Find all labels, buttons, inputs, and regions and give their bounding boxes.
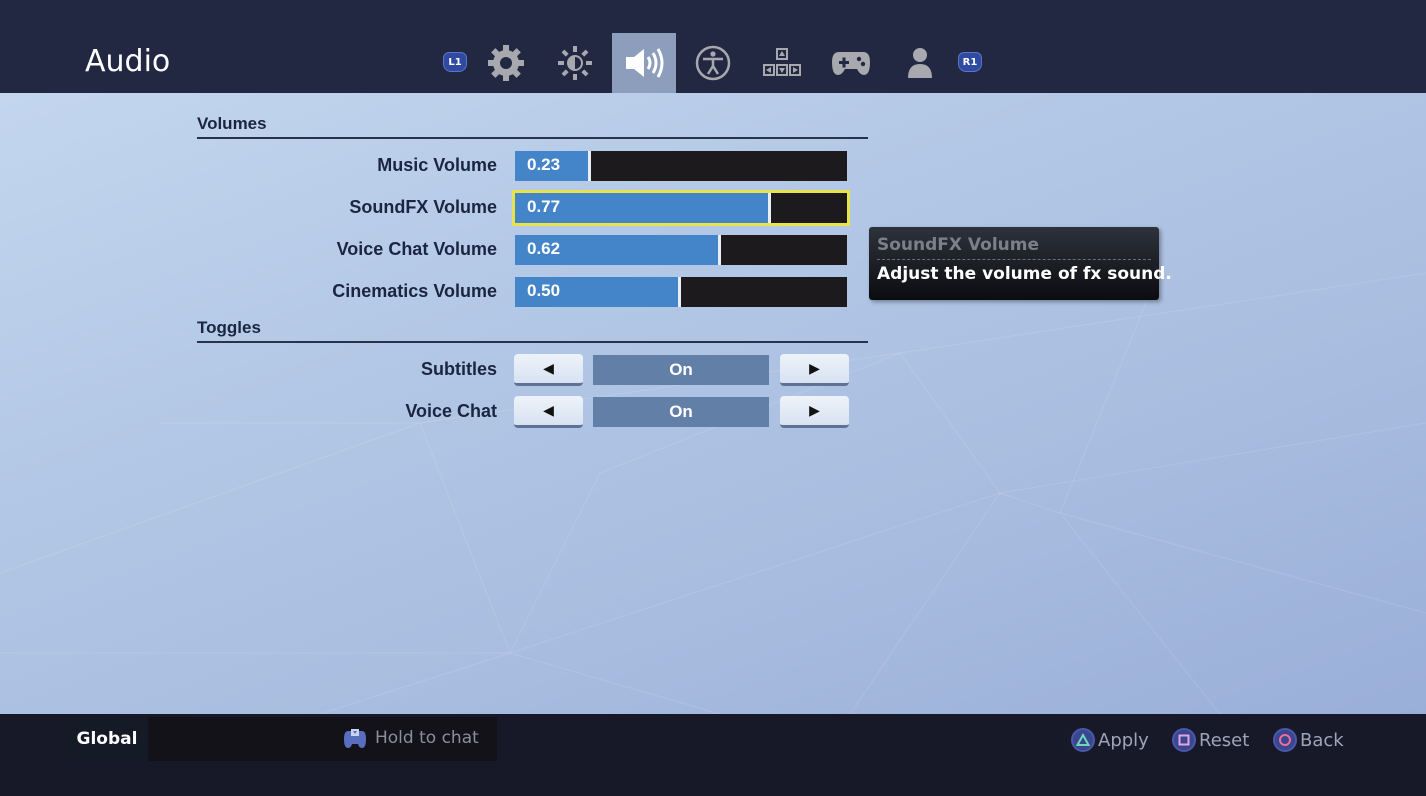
subtitles-prev-button[interactable]: ◀ <box>514 354 583 386</box>
arrow-right-icon: ▶ <box>809 360 820 377</box>
cinematics-volume-label: Cinematics Volume <box>332 281 497 301</box>
tab-video[interactable] <box>543 33 607 93</box>
chat-hint: Hold to chat <box>343 725 479 751</box>
tab-controller[interactable] <box>819 33 883 93</box>
voice-chat-prev-button[interactable]: ◀ <box>514 396 583 428</box>
person-icon <box>908 48 932 78</box>
subtitles-next-button[interactable]: ▶ <box>780 354 849 386</box>
brightness-icon <box>558 46 592 80</box>
voice-chat-volume-label: Voice Chat Volume <box>336 239 497 259</box>
tab-game[interactable] <box>474 33 538 93</box>
arrow-right-icon: ▶ <box>809 402 820 419</box>
triangle-button-icon <box>1071 728 1095 752</box>
tooltip-body: Adjust the volume of fx sound. <box>877 264 1172 284</box>
voice-chat-value: On <box>593 397 769 427</box>
soundfx-volume-label: SoundFX Volume <box>349 197 497 217</box>
settings-tabs: L1 R1 <box>0 0 1426 93</box>
slider-value: 0.50 <box>527 281 561 300</box>
l1-shoulder-button[interactable]: L1 <box>443 52 467 72</box>
music-volume-slider[interactable]: 0.23 <box>515 151 847 181</box>
apply-button[interactable]: Apply <box>1071 727 1149 753</box>
chat-hint-text: Hold to chat <box>375 728 479 748</box>
voice-chat-next-button[interactable]: ▶ <box>780 396 849 428</box>
gear-icon <box>488 45 524 81</box>
back-button[interactable]: Back <box>1273 727 1344 753</box>
tab-account[interactable] <box>888 33 952 93</box>
arrow-left-icon: ◀ <box>543 402 554 419</box>
voice-chat-volume-slider[interactable]: 0.62 <box>515 235 847 265</box>
slider-value: 0.23 <box>527 155 561 174</box>
tooltip: SoundFX Volume Adjust the volume of fx s… <box>869 227 1172 300</box>
tab-input[interactable] <box>750 33 814 93</box>
slider-value: 0.62 <box>527 239 561 258</box>
tooltip-title: SoundFX Volume <box>877 235 1151 260</box>
tab-accessibility[interactable] <box>681 33 745 93</box>
subtitles-value: On <box>593 355 769 385</box>
reset-button[interactable]: Reset <box>1172 727 1249 753</box>
apply-label: Apply <box>1098 729 1149 751</box>
arrow-left-icon: ◀ <box>543 360 554 377</box>
music-volume-label: Music Volume <box>377 155 497 175</box>
speaker-icon <box>626 48 664 78</box>
square-button-icon <box>1172 728 1196 752</box>
dpad-icon <box>763 48 801 76</box>
r1-shoulder-button[interactable]: R1 <box>958 52 982 72</box>
soundfx-volume-slider[interactable]: 0.77 <box>512 190 850 226</box>
chat-channel-button[interactable]: Global <box>66 717 148 761</box>
voice-chat-label: Voice Chat <box>405 401 497 421</box>
circle-button-icon <box>1273 728 1297 752</box>
slider-value: 0.77 <box>527 197 561 216</box>
subtitles-label: Subtitles <box>420 359 497 379</box>
section-header-toggles: Toggles <box>197 318 868 343</box>
section-header-volumes: Volumes <box>197 114 868 139</box>
tab-audio[interactable] <box>612 33 676 93</box>
cinematics-volume-slider[interactable]: 0.50 <box>515 277 847 307</box>
controller-touchpad-icon <box>344 729 366 748</box>
gamepad-icon <box>832 52 870 75</box>
reset-label: Reset <box>1199 729 1250 751</box>
accessibility-icon <box>695 45 731 81</box>
back-label: Back <box>1300 729 1344 751</box>
